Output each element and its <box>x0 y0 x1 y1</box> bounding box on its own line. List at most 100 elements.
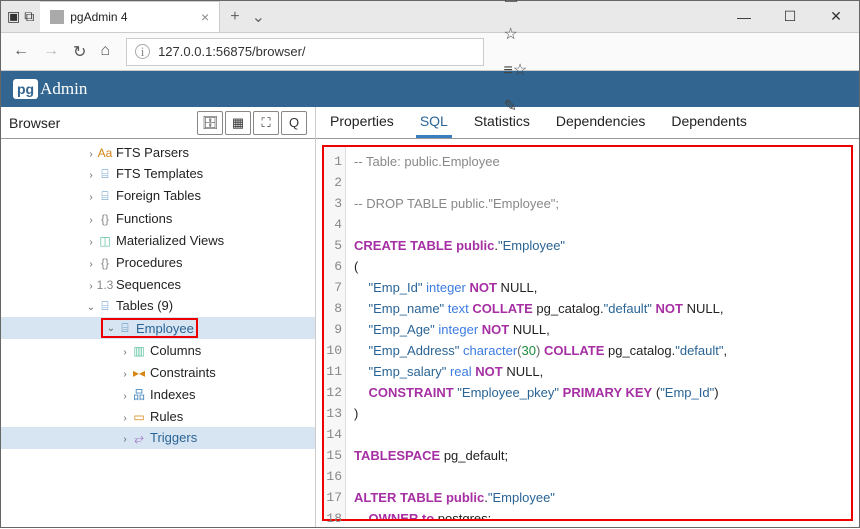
chevron-down-icon[interactable]: ⌄ <box>252 7 265 27</box>
new-tab-area: + ⌄ <box>220 1 275 32</box>
tree-type-icon: ⌸ <box>97 167 113 182</box>
tree-item-label: Sequences <box>116 277 181 292</box>
info-icon[interactable]: i <box>135 44 150 59</box>
tree-item-foreign-tables[interactable]: ›⌸Foreign Tables <box>1 185 315 207</box>
sql-editor-highlight: 1 2 3 4 5 6 7 8 9 10 11 12 13 14 15 16 1… <box>322 145 853 521</box>
filtered-rows-button[interactable]: ⛶ <box>253 111 279 135</box>
expand-arrow-icon[interactable]: › <box>119 434 131 445</box>
tree-item-functions[interactable]: ›{}Functions <box>1 207 315 229</box>
tree-item-tables-9-[interactable]: ⌄⌸Tables (9) <box>1 295 315 317</box>
tree-item-rules[interactable]: ›▭Rules <box>1 405 315 427</box>
tab-title: pgAdmin 4 <box>70 10 195 24</box>
main-area: Browser 🗄 ▦ ⛶ Q ›AaFTS Parsers›⌸FTS Temp… <box>1 107 859 527</box>
tree-item-fts-templates[interactable]: ›⌸FTS Templates <box>1 163 315 185</box>
tree-type-icon: 1.3 <box>97 278 113 292</box>
tree-item-label: Constraints <box>150 365 216 380</box>
tree-type-icon: {} <box>97 256 113 270</box>
forward-button[interactable]: → <box>43 42 59 62</box>
tree-type-icon: Aa <box>97 146 113 160</box>
expand-arrow-icon[interactable]: › <box>85 281 97 292</box>
tree-type-icon: ▸◂ <box>131 366 147 380</box>
expand-arrow-icon[interactable]: › <box>85 237 97 248</box>
tree-type-icon: ⥂ <box>131 431 147 446</box>
sidebar: Browser 🗄 ▦ ⛶ Q ›AaFTS Parsers›⌸FTS Temp… <box>1 107 316 527</box>
tree-item-label: Columns <box>150 343 201 358</box>
nav-buttons: ← → ↻ ⌂ <box>7 42 116 62</box>
tree-item-fts-parsers[interactable]: ›AaFTS Parsers <box>1 141 315 163</box>
tree-type-icon: ◫ <box>97 234 113 248</box>
tree-item-label: FTS Parsers <box>116 145 189 160</box>
tab-statistics[interactable]: Statistics <box>470 107 534 138</box>
tree-item-label: Employee <box>136 321 194 336</box>
tree-item-label: Indexes <box>150 387 196 402</box>
tree-item-employee[interactable]: ⌄⌸Employee <box>1 317 315 339</box>
tree-item-label: Tables (9) <box>116 298 173 313</box>
browser-toolbar: Browser 🗄 ▦ ⛶ Q <box>1 107 315 139</box>
url-text: 127.0.0.1:56875/browser/ <box>158 44 305 59</box>
tree-item-procedures[interactable]: ›{}Procedures <box>1 251 315 273</box>
back-button[interactable]: ← <box>13 42 29 62</box>
tree-item-sequences[interactable]: ›1.3Sequences <box>1 273 315 295</box>
expand-arrow-icon[interactable]: › <box>119 347 131 358</box>
tab-dependents[interactable]: Dependents <box>667 107 751 138</box>
tree-item-label: Foreign Tables <box>116 188 201 203</box>
tab-favicon-icon <box>50 10 64 24</box>
expand-arrow-icon[interactable]: › <box>119 413 131 424</box>
tree-item-triggers[interactable]: ›⥂Triggers <box>1 427 315 449</box>
system-icons: ▣ ⧉ <box>1 1 40 32</box>
tab-dependencies[interactable]: Dependencies <box>552 107 650 138</box>
home-button[interactable]: ⌂ <box>100 42 110 62</box>
tree-type-icon: 品 <box>131 386 147 403</box>
expand-arrow-icon[interactable]: › <box>85 192 97 203</box>
new-tab-button[interactable]: + <box>230 8 239 26</box>
tab-sql[interactable]: SQL <box>416 107 452 138</box>
tree-type-icon: ⌸ <box>97 299 113 314</box>
addrbar-right: ▭ ☆ ≡☆ ✎ <box>494 0 853 116</box>
expand-arrow-icon[interactable]: › <box>119 391 131 402</box>
address-bar: ← → ↻ ⌂ i 127.0.0.1:56875/browser/ ▭ ☆ ≡… <box>1 33 859 71</box>
expand-arrow-icon[interactable]: ⌄ <box>85 302 97 313</box>
expand-arrow-icon[interactable]: › <box>119 369 131 380</box>
favorite-icon[interactable]: ☆ <box>504 24 843 44</box>
tree-item-constraints[interactable]: ›▸◂Constraints <box>1 361 315 383</box>
tab-properties[interactable]: Properties <box>326 107 398 138</box>
expand-arrow-icon[interactable]: ⌄ <box>105 323 117 334</box>
browser-title: Browser <box>9 115 60 131</box>
close-icon[interactable]: × <box>201 9 209 25</box>
tree-type-icon: ⌸ <box>117 321 133 336</box>
tree-item-label: Materialized Views <box>116 233 224 248</box>
tree-item-columns[interactable]: ›▥Columns <box>1 339 315 361</box>
tree-type-icon: ▭ <box>131 410 147 424</box>
view-data-button[interactable]: ▦ <box>225 111 251 135</box>
restore-icon: ⧉ <box>24 8 34 25</box>
tree-item-label: Rules <box>150 409 183 424</box>
content-area: Properties SQL Statistics Dependencies Depen… <box>316 107 859 527</box>
content-tabs: Properties SQL Statistics Dependencies Depen… <box>316 107 859 139</box>
url-input[interactable]: i 127.0.0.1:56875/browser/ <box>126 38 483 66</box>
favorites-list-icon[interactable]: ≡☆ <box>504 60 843 80</box>
brand-text: Admin <box>40 79 87 99</box>
sql-code[interactable]: -- Table: public.Employee -- DROP TABLE … <box>346 147 851 519</box>
pg-logo-icon: pg <box>13 79 38 99</box>
tree-item-materialized-views[interactable]: ›◫Materialized Views <box>1 229 315 251</box>
expand-arrow-icon[interactable]: › <box>85 215 97 226</box>
query-tool-button[interactable]: 🗄 <box>197 111 223 135</box>
reading-view-icon[interactable]: ▭ <box>504 0 843 8</box>
browser-tab[interactable]: pgAdmin 4 × <box>40 1 220 32</box>
refresh-button[interactable]: ↻ <box>73 42 86 62</box>
tree-item-label: Triggers <box>150 430 197 445</box>
expand-arrow-icon[interactable]: › <box>85 170 97 181</box>
tree-type-icon: ▥ <box>131 344 147 358</box>
sql-editor[interactable]: 1 2 3 4 5 6 7 8 9 10 11 12 13 14 15 16 1… <box>316 139 859 527</box>
tree-item-label: Procedures <box>116 255 182 270</box>
search-button[interactable]: Q <box>281 111 307 135</box>
expand-arrow-icon[interactable]: › <box>85 149 97 160</box>
tree-type-icon: {} <box>97 212 113 226</box>
cascade-icon: ▣ <box>7 8 20 25</box>
object-tree[interactable]: ›AaFTS Parsers›⌸FTS Templates›⌸Foreign T… <box>1 139 315 527</box>
tree-item-indexes[interactable]: ›品Indexes <box>1 383 315 405</box>
line-gutter: 1 2 3 4 5 6 7 8 9 10 11 12 13 14 15 16 1… <box>324 147 346 519</box>
tree-item-label: Functions <box>116 211 172 226</box>
tree-item-label: FTS Templates <box>116 166 203 181</box>
expand-arrow-icon[interactable]: › <box>85 259 97 270</box>
